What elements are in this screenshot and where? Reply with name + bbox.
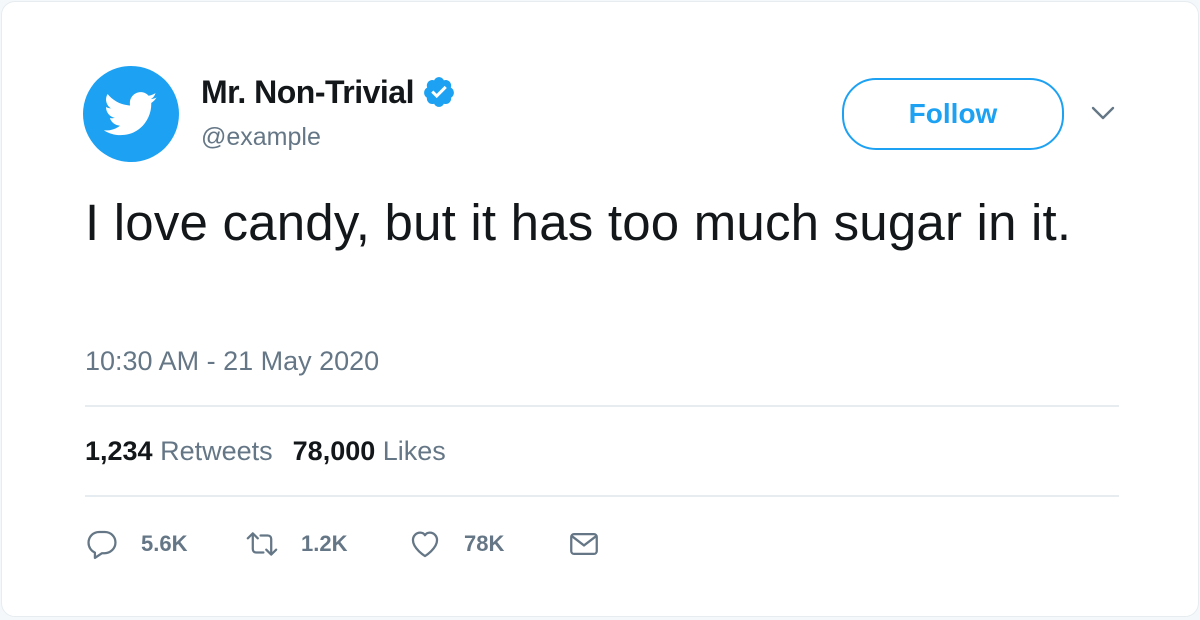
mail-icon xyxy=(570,532,598,556)
likes-count: 78,000 xyxy=(292,436,376,466)
heart-icon xyxy=(411,531,439,558)
engagement-stats: 1,234 Retweets 78,000 Likes xyxy=(85,436,446,467)
reply-count: 5.6K xyxy=(141,531,188,556)
divider xyxy=(85,495,1119,497)
divider xyxy=(85,405,1119,407)
verified-badge-icon xyxy=(424,77,454,107)
share-button[interactable] xyxy=(567,522,601,566)
retweet-button[interactable]: 1.2K xyxy=(245,522,347,566)
user-handle[interactable]: @example xyxy=(201,123,321,152)
display-name[interactable]: Mr. Non-Trivial xyxy=(201,74,414,111)
retweet-icon xyxy=(246,532,278,556)
retweets-label: Retweets xyxy=(160,436,273,466)
tweet-text: I love candy, but it has too much sugar … xyxy=(85,194,1072,251)
follow-button[interactable]: Follow xyxy=(842,78,1064,150)
like-button[interactable]: 78K xyxy=(408,522,504,566)
tweet-card: Mr. Non-Trivial @example Follow I love c… xyxy=(1,1,1199,617)
name-row: Mr. Non-Trivial xyxy=(201,72,456,112)
chevron-down-icon[interactable] xyxy=(1088,102,1118,126)
retweets-count: 1,234 xyxy=(85,436,153,466)
reply-button[interactable]: 5.6K xyxy=(85,522,187,566)
twitter-bird-icon xyxy=(104,92,158,136)
retweets-stat[interactable]: 1,234 Retweets xyxy=(85,436,273,467)
tweet-timestamp[interactable]: 10:30 AM - 21 May 2020 xyxy=(85,346,379,377)
retweet-count: 1.2K xyxy=(301,531,348,556)
like-count: 78K xyxy=(464,531,505,556)
likes-label: Likes xyxy=(382,436,446,466)
likes-stat[interactable]: 78,000 Likes xyxy=(293,436,446,467)
avatar[interactable] xyxy=(83,66,179,162)
reply-icon xyxy=(87,530,117,560)
